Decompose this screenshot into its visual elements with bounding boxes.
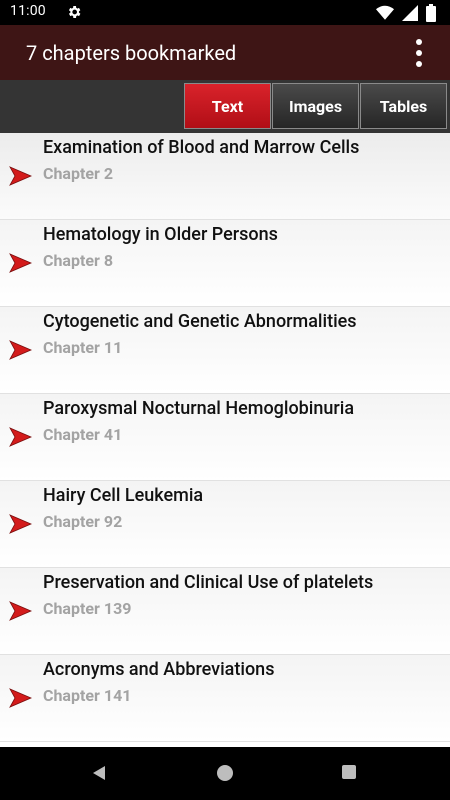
arrow-right-icon [9,166,32,186]
list-item[interactable]: Examination of Blood and Marrow Cells Ch… [0,133,450,220]
tab-text[interactable]: Text [184,83,271,129]
status-time: 11:00 [10,3,46,19]
bookmark-chapter: Chapter 2 [43,164,114,183]
overflow-menu-icon[interactable] [416,39,424,67]
list-item[interactable]: Preservation and Clinical Use of platele… [0,568,450,655]
bookmark-title: Preservation and Clinical Use of platele… [43,572,374,593]
arrow-right-icon [9,340,32,360]
bookmark-title: Hematology in Older Persons [43,224,278,245]
bookmark-list: Examination of Blood and Marrow Cells Ch… [0,133,450,747]
arrow-right-icon [9,688,32,708]
wifi-icon [376,5,394,20]
list-item[interactable]: Hairy Cell Leukemia Chapter 92 [0,481,450,568]
bookmark-title: Paroxysmal Nocturnal Hemoglobinuria [43,398,355,419]
arrow-right-icon [9,601,32,621]
arrow-right-icon [9,427,32,447]
bookmark-chapter: Chapter 139 [43,599,132,618]
back-icon[interactable] [91,765,107,781]
list-item[interactable]: Cytogenetic and Genetic Abnormalities Ch… [0,307,450,394]
list-item[interactable]: Acronyms and Abbreviations Chapter 141 [0,655,450,742]
recents-icon[interactable] [342,765,356,779]
tab-images[interactable]: Images [272,83,359,129]
arrow-right-icon [9,514,32,534]
tab-bar: Text Images Tables [0,80,450,133]
list-item[interactable]: Paroxysmal Nocturnal Hemoglobinuria Chap… [0,394,450,481]
app-bar: 7 chapters bookmarked [0,25,450,80]
bookmark-chapter: Chapter 92 [43,512,123,531]
bookmark-chapter: Chapter 41 [43,425,123,444]
bookmark-title: Hairy Cell Leukemia [43,485,204,506]
bookmark-title: Examination of Blood and Marrow Cells [43,137,360,158]
bookmark-chapter: Chapter 141 [43,686,132,705]
battery-icon [426,4,436,22]
home-icon[interactable] [217,765,233,781]
list-item[interactable]: Hematology in Older Persons Chapter 8 [0,220,450,307]
signal-icon [402,5,418,21]
bookmark-title: Cytogenetic and Genetic Abnormalities [43,311,357,332]
status-icons [376,4,436,22]
arrow-right-icon [9,253,32,273]
gear-icon [68,6,81,18]
bookmark-chapter: Chapter 11 [43,338,123,357]
page-title: 7 chapters bookmarked [26,41,237,65]
navigation-bar [0,747,450,800]
bookmark-title: Acronyms and Abbreviations [43,659,275,680]
status-bar: 11:00 [0,0,450,25]
bookmark-chapter: Chapter 8 [43,251,114,270]
tab-tables[interactable]: Tables [360,83,447,129]
